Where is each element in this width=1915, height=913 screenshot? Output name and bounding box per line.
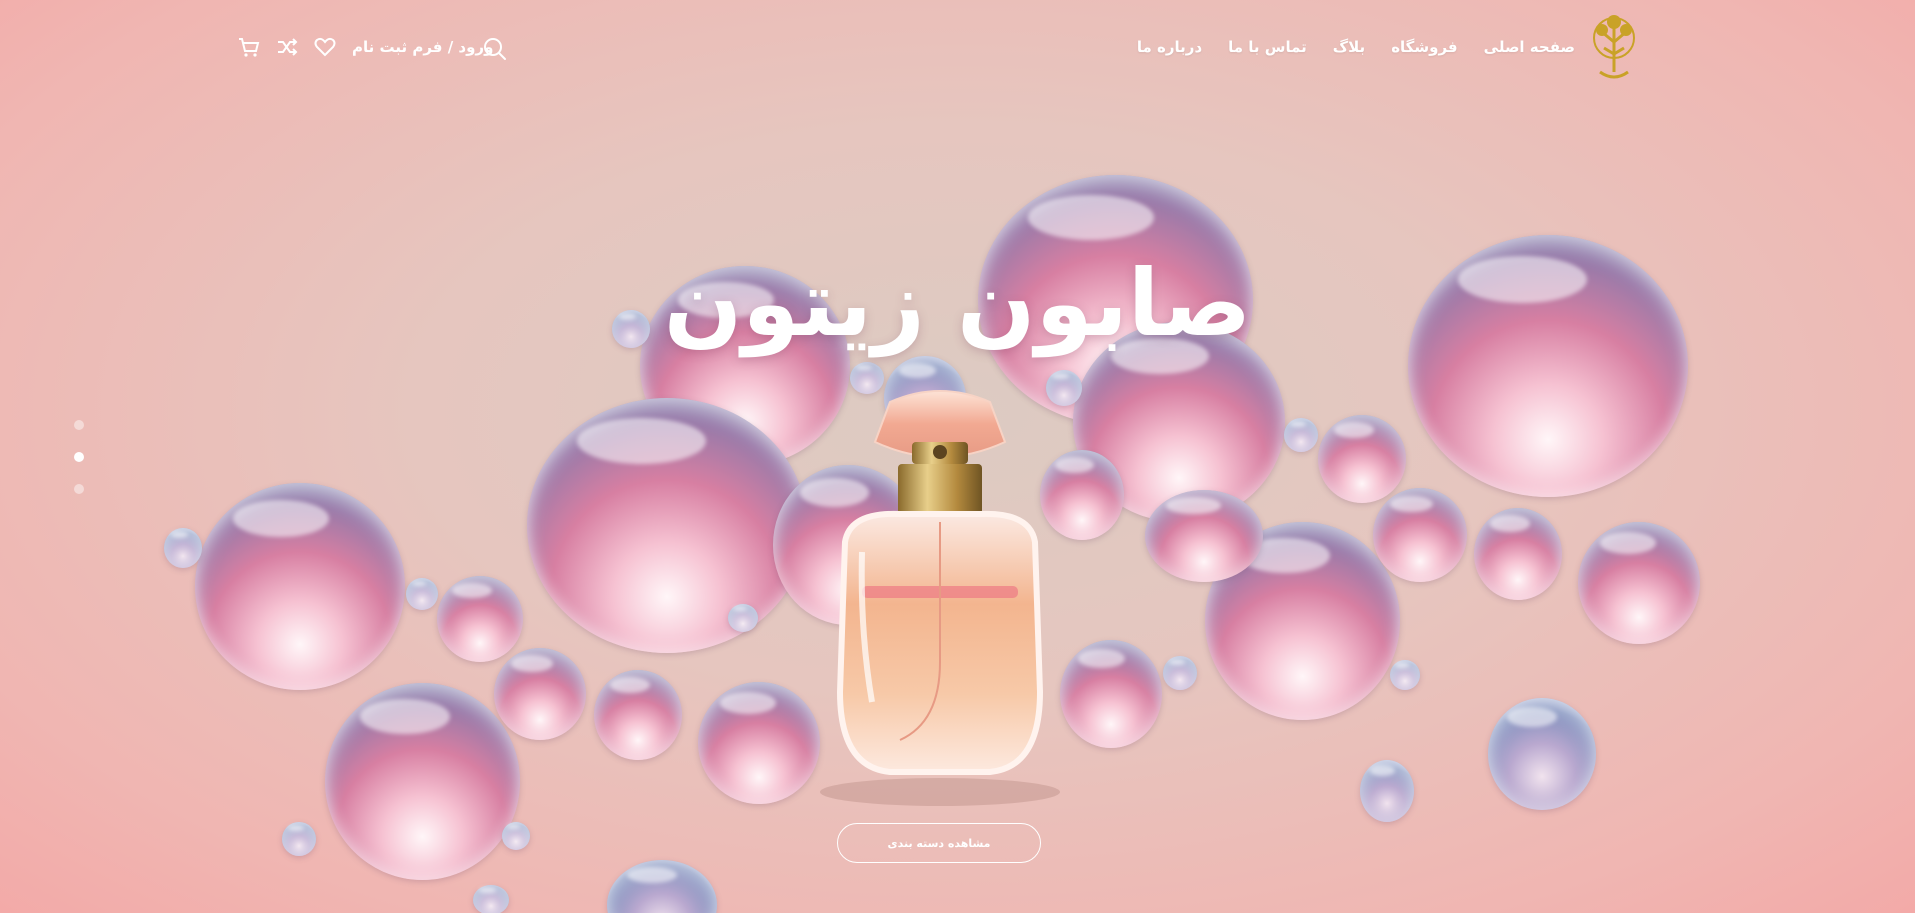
bubble <box>164 528 202 568</box>
bubble <box>195 483 405 690</box>
nav-item-home[interactable]: صفحه اصلی <box>1484 38 1575 56</box>
nav-item-about[interactable]: درباره ما <box>1137 38 1202 56</box>
heart-icon[interactable] <box>312 34 338 60</box>
bubble <box>607 860 717 913</box>
main-nav: صفحه اصلی فروشگاه بلاگ تماس با ما درباره… <box>1137 38 1575 56</box>
cart-icon[interactable] <box>236 34 262 60</box>
shuffle-icon[interactable] <box>274 34 300 60</box>
bubble <box>1318 415 1406 503</box>
bubble <box>1163 656 1197 690</box>
nav-item-blog[interactable]: بلاگ <box>1333 38 1365 56</box>
slider-dot[interactable] <box>74 420 84 430</box>
view-categories-button[interactable]: مشاهده دسته بندی <box>837 823 1041 863</box>
bubble <box>1284 418 1318 452</box>
slider-pagination <box>74 420 84 516</box>
bubble <box>1360 760 1414 822</box>
bubble <box>502 822 530 850</box>
bubble <box>1488 698 1596 810</box>
bubble <box>437 576 523 662</box>
login-register-link[interactable]: ورود / فرم ثبت نام <box>352 38 493 56</box>
site-header: صفحه اصلی فروشگاه بلاگ تماس با ما درباره… <box>0 0 1915 100</box>
bubble <box>406 578 438 610</box>
bubble <box>473 885 509 913</box>
bubble <box>594 670 682 760</box>
bubble <box>527 398 807 653</box>
bubble <box>1390 660 1420 690</box>
bubble <box>1373 488 1467 582</box>
bubble <box>1474 508 1562 600</box>
bubble <box>1145 490 1263 582</box>
perfume-bottle-image <box>820 390 1060 806</box>
bubble <box>728 604 758 632</box>
olive-tree-logo-icon[interactable] <box>1588 12 1640 86</box>
hero-title: صابون زیتون <box>663 250 1253 357</box>
hero-section <box>0 0 1915 913</box>
slider-dot[interactable] <box>74 484 84 494</box>
slider-dot-active[interactable] <box>74 452 84 462</box>
bubble <box>282 822 316 856</box>
bubble <box>1578 522 1700 644</box>
bubble <box>494 648 586 740</box>
nav-item-shop[interactable]: فروشگاه <box>1391 38 1457 56</box>
nav-item-contact[interactable]: تماس با ما <box>1228 38 1307 56</box>
header-tools: ورود / فرم ثبت نام <box>236 34 493 60</box>
bubble <box>325 683 520 880</box>
